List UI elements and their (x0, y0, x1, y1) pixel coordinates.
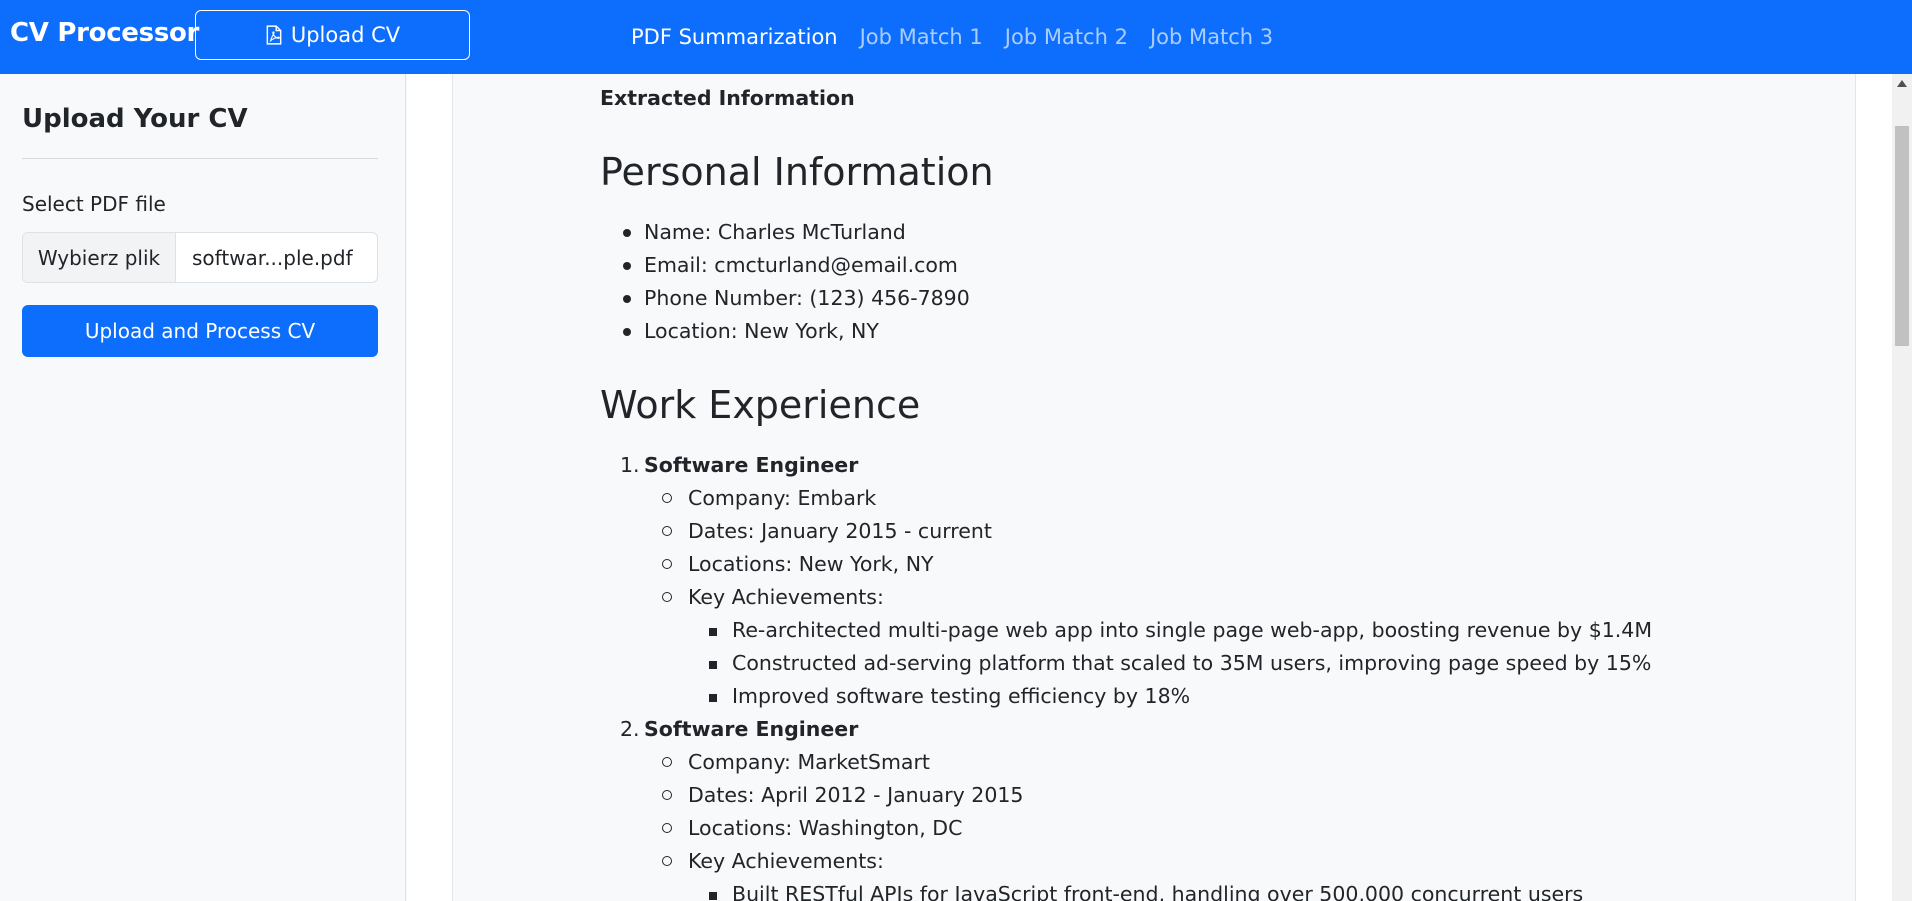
bullet (662, 757, 672, 767)
bullet (623, 328, 631, 336)
bullet (709, 892, 717, 900)
job-location: Locations: Washington, DC (688, 816, 963, 840)
top-navbar: CV Processor Upload CV PDF Summarization… (0, 0, 1912, 74)
main-content (407, 74, 1892, 901)
extracted-heading: Extracted Information (600, 86, 855, 110)
pdf-file-input[interactable]: Wybierz plik softwar...ple.pdf (22, 232, 378, 283)
job-company: Company: Embark (688, 486, 877, 510)
bullet (662, 493, 672, 503)
bullet (623, 262, 631, 270)
file-pdf-icon (266, 25, 282, 45)
job-achievement: Re-architected multi-page web app into s… (732, 618, 1653, 642)
upload-cv-nav-label: Upload CV (290, 23, 401, 47)
bullet (662, 559, 672, 569)
file-input-label: Select PDF file (22, 192, 166, 216)
personal-phone: Phone Number: (123) 456-7890 (644, 286, 970, 310)
job-title: Software Engineer (644, 453, 859, 477)
scrollbar-thumb[interactable] (1895, 126, 1909, 346)
tab-job-match-3[interactable]: Job Match 3 (1139, 25, 1284, 49)
job-achievements-label: Key Achievements: (688, 585, 884, 609)
job-achievements-label: Key Achievements: (688, 849, 884, 873)
personal-location: Location: New York, NY (644, 319, 879, 343)
bullet (662, 790, 672, 800)
choose-file-button[interactable]: Wybierz plik (23, 233, 176, 282)
tab-job-match-2[interactable]: Job Match 2 (994, 25, 1139, 49)
nav-tabs: PDF Summarization Job Match 1 Job Match … (620, 0, 1284, 74)
tab-pdf-summarization[interactable]: PDF Summarization (620, 25, 849, 49)
bullet (709, 694, 717, 702)
job-dates: Dates: April 2012 - January 2015 (688, 783, 1024, 807)
selected-file-name: softwar...ple.pdf (192, 245, 353, 270)
personal-email: Email: cmcturland@email.com (644, 253, 958, 277)
job-number: 2. (620, 717, 640, 741)
job-location: Locations: New York, NY (688, 552, 934, 576)
bullet (709, 628, 717, 636)
job-company: Company: MarketSmart (688, 750, 930, 774)
bullet (662, 592, 672, 602)
vertical-scrollbar[interactable] (1892, 74, 1912, 901)
summary-panel (452, 74, 1856, 901)
upload-process-button[interactable]: Upload and Process CV (22, 305, 378, 357)
job-dates: Dates: January 2015 - current (688, 519, 992, 543)
personal-info-heading: Personal Information (600, 150, 994, 194)
bullet (623, 229, 631, 237)
brand-logo[interactable]: CV Processor (10, 18, 199, 48)
job-number: 1. (620, 453, 640, 477)
personal-name: Name: Charles McTurland (644, 220, 906, 244)
bullet (709, 661, 717, 669)
bullet (662, 823, 672, 833)
job-achievement: Constructed ad-serving platform that sca… (732, 651, 1652, 675)
sidebar: Upload Your CV Select PDF file Wybierz p… (0, 74, 406, 901)
work-experience-heading: Work Experience (600, 383, 921, 427)
job-achievement: Improved software testing efficiency by … (732, 684, 1191, 708)
job-achievement: Built RESTful APIs for JavaScript front-… (732, 882, 1584, 901)
upload-cv-nav-button[interactable]: Upload CV (195, 10, 470, 60)
tab-job-match-1[interactable]: Job Match 1 (849, 25, 994, 49)
bullet (662, 856, 672, 866)
bullet (623, 295, 631, 303)
sidebar-divider (22, 158, 378, 159)
bullet (662, 526, 672, 536)
scroll-up-arrow-icon[interactable] (1897, 80, 1907, 87)
job-title: Software Engineer (644, 717, 859, 741)
sidebar-title: Upload Your CV (22, 104, 248, 134)
